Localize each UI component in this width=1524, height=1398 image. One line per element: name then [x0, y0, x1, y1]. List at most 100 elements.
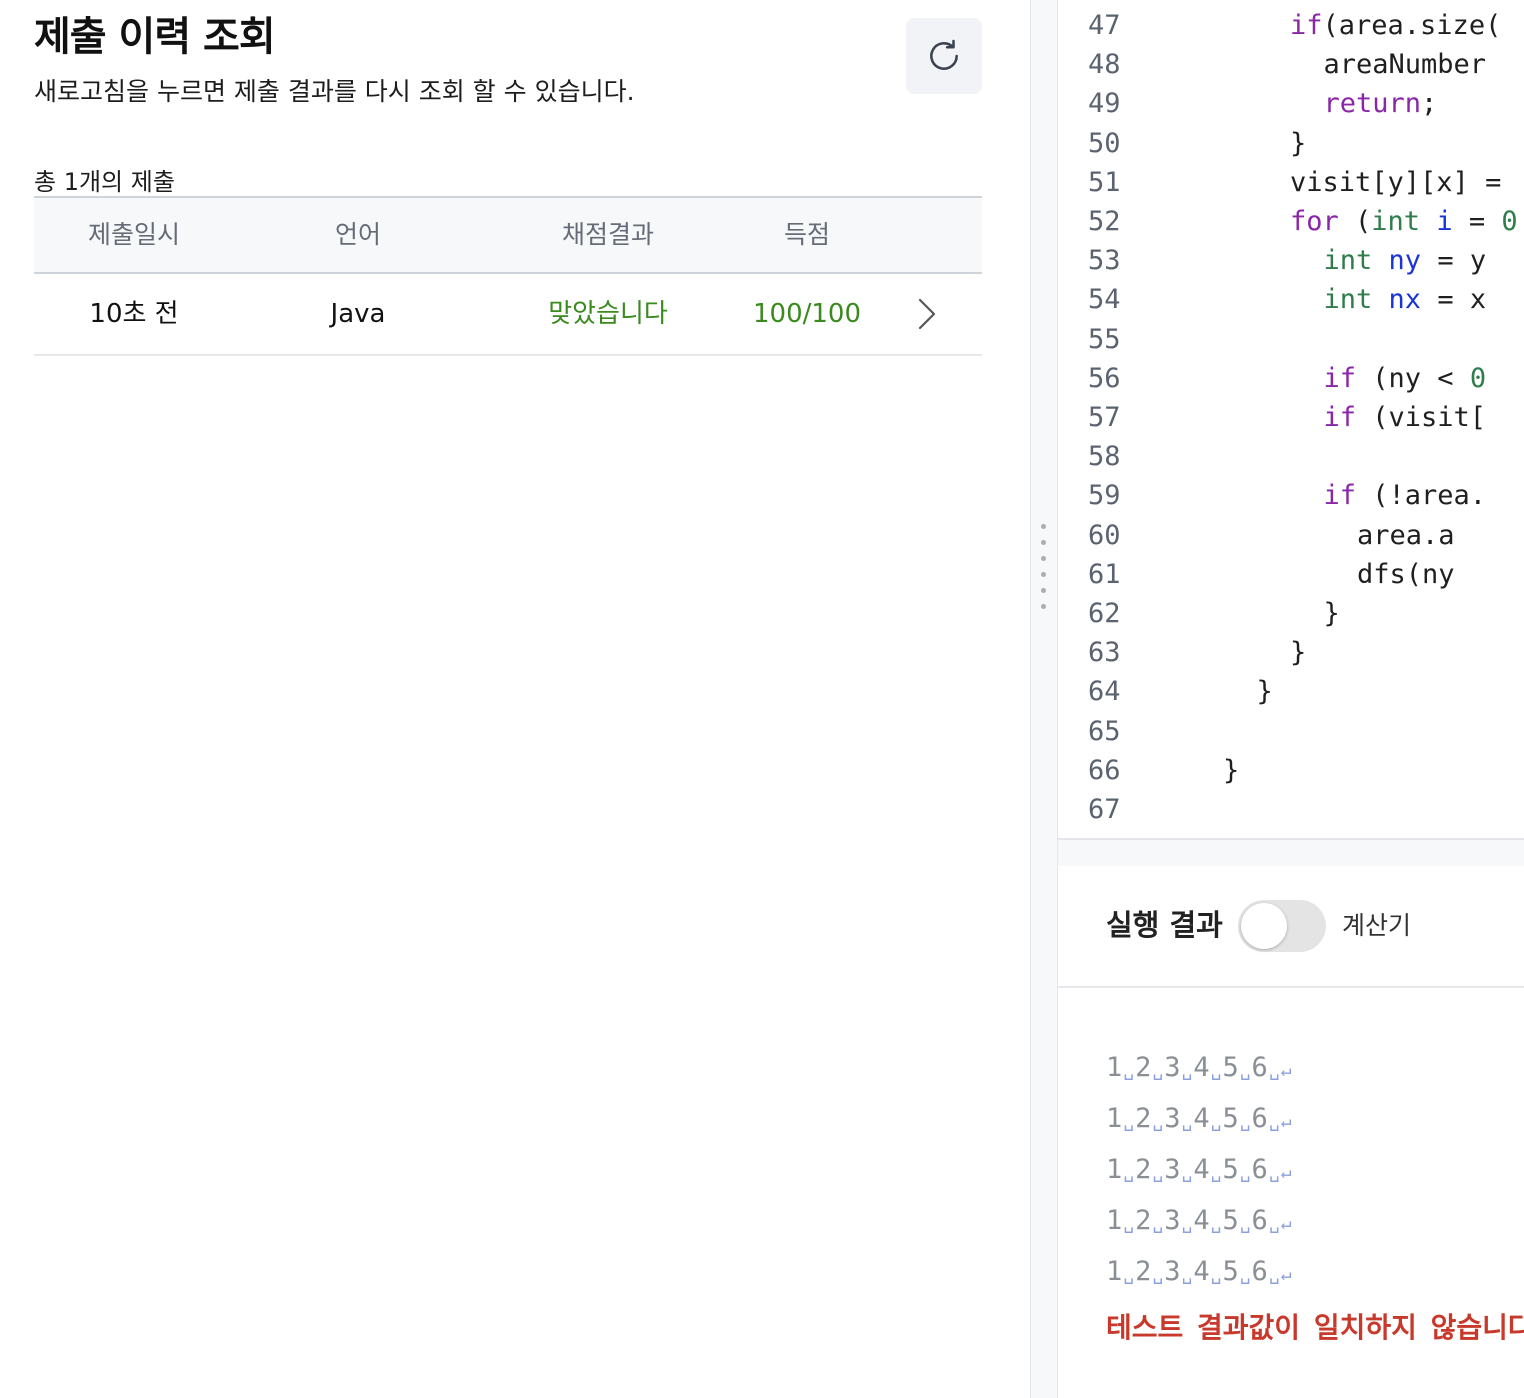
- submission-time: 10초 전: [89, 299, 179, 329]
- space-marker-icon: ␣: [1268, 1162, 1281, 1183]
- code-line: 61 dfs(ny: [1058, 555, 1524, 594]
- result-header: 실행 결과 계산기: [1058, 866, 1524, 988]
- code-token: (area.size(: [1322, 10, 1502, 41]
- code-text: }: [1223, 751, 1239, 790]
- line-number: 65: [1088, 715, 1121, 747]
- code-text: }: [1290, 124, 1306, 163]
- space-marker-icon: ␣: [1152, 1111, 1165, 1132]
- newline-marker-icon: ↵: [1280, 1111, 1293, 1132]
- line-number: 54: [1088, 284, 1121, 316]
- code-token: }: [1223, 754, 1240, 786]
- column-header-result: 채점결과: [561, 220, 655, 249]
- result-title: 실행 결과: [1106, 908, 1223, 942]
- line-number: 67: [1088, 794, 1121, 825]
- space-marker-icon: ␣: [1123, 1213, 1136, 1234]
- output-value: 3: [1164, 1103, 1182, 1134]
- output-value: 1: [1106, 1103, 1124, 1134]
- code-text: int nx = x: [1324, 280, 1487, 319]
- newline-marker-icon: ↵: [1280, 1264, 1293, 1285]
- output-value: 5: [1222, 1052, 1240, 1083]
- code-line: 59 if (!area.: [1058, 476, 1524, 515]
- output-value: 6: [1251, 1256, 1269, 1287]
- space-marker-icon: ␣: [1268, 1264, 1281, 1285]
- column-header-language: 언어: [334, 220, 382, 249]
- code-line: 53 int ny = y: [1058, 241, 1524, 280]
- execution-result-panel: 실행 결과 계산기 1␣2␣3␣4␣5␣6␣↵ 1␣2␣3␣4␣5␣6␣↵ 1␣2␣…: [1058, 866, 1524, 1398]
- output-value: 3: [1164, 1256, 1182, 1287]
- code-line: 66}: [1058, 751, 1524, 790]
- code-text: }: [1257, 672, 1273, 711]
- code-line: 58: [1058, 437, 1524, 476]
- code-token: 0: [1469, 362, 1487, 394]
- table-row[interactable]: 10초 전 Java 맞았습니다 100/100: [34, 274, 982, 356]
- line-number: 53: [1088, 245, 1121, 277]
- submission-count: 총 1개의 제출: [34, 168, 175, 196]
- output-value: 6: [1251, 1154, 1269, 1185]
- output-value: 5: [1222, 1205, 1240, 1236]
- output-line: 1␣2␣3␣4␣5␣6␣↵: [1106, 1256, 1293, 1287]
- code-token: (ny <: [1356, 362, 1470, 394]
- code-text: dfs(ny: [1357, 555, 1455, 594]
- code-token: int: [1371, 206, 1421, 237]
- output-value: 6: [1251, 1205, 1269, 1236]
- output-value: 2: [1135, 1205, 1153, 1236]
- space-marker-icon: ␣: [1210, 1264, 1223, 1285]
- space-marker-icon: ␣: [1123, 1264, 1136, 1285]
- code-token: if: [1323, 480, 1357, 512]
- space-marker-icon: ␣: [1210, 1162, 1223, 1183]
- calculator-label: 계산기: [1342, 911, 1412, 940]
- line-number: 51: [1088, 166, 1121, 198]
- line-number: 62: [1088, 598, 1121, 629]
- code-text: if (visit[: [1324, 398, 1487, 437]
- code-editor[interactable]: 47 if(area.size(48 areaNumber 49 return; 50} 5…: [1058, 0, 1524, 838]
- space-marker-icon: ␣: [1239, 1111, 1252, 1132]
- code-token: int: [1323, 245, 1373, 277]
- code-line: 64}: [1058, 672, 1524, 711]
- space-marker-icon: ␣: [1181, 1162, 1194, 1183]
- submission-score: 100/100: [752, 299, 862, 329]
- space-marker-icon: ␣: [1123, 1162, 1136, 1183]
- space-marker-icon: ␣: [1152, 1213, 1165, 1234]
- code-token: (: [1338, 206, 1372, 237]
- line-number: 52: [1088, 206, 1121, 237]
- output-value: 5: [1222, 1256, 1240, 1287]
- table-header: 제출일시 언어 채점결과 득점: [34, 196, 982, 274]
- code-token: area.a: [1357, 519, 1455, 551]
- output-value: 2: [1135, 1256, 1153, 1287]
- code-token: }: [1290, 127, 1307, 159]
- code-token: ny: [1388, 245, 1422, 277]
- panel-resize-handle[interactable]: [1030, 0, 1058, 1398]
- code-token: for: [1290, 206, 1339, 237]
- line-number: 59: [1088, 480, 1121, 512]
- output-value: 3: [1164, 1205, 1182, 1236]
- space-marker-icon: ␣: [1268, 1111, 1281, 1132]
- space-marker-icon: ␣: [1181, 1213, 1194, 1234]
- code-token: ;: [1421, 88, 1438, 120]
- space-marker-icon: ␣: [1239, 1162, 1252, 1183]
- output-value: 1: [1106, 1205, 1124, 1236]
- output-value: 4: [1193, 1256, 1211, 1287]
- line-number: 49: [1088, 88, 1121, 120]
- space-marker-icon: ␣: [1210, 1111, 1223, 1132]
- line-number: 50: [1088, 127, 1121, 159]
- code-token: =: [1452, 206, 1502, 237]
- refresh-button[interactable]: [906, 18, 982, 94]
- code-line: 55: [1058, 320, 1524, 359]
- output-value: 4: [1193, 1052, 1211, 1083]
- space-marker-icon: ␣: [1239, 1264, 1252, 1285]
- code-text: if(area.size(: [1290, 6, 1501, 45]
- code-line: 49 return;: [1058, 84, 1524, 123]
- column-header-score: 득점: [783, 220, 831, 249]
- newline-marker-icon: ↵: [1280, 1213, 1293, 1234]
- output-value: 4: [1193, 1154, 1211, 1185]
- line-number: 66: [1088, 754, 1121, 786]
- output-value: 2: [1135, 1154, 1153, 1185]
- output-value: 1: [1106, 1052, 1124, 1083]
- calculator-toggle[interactable]: [1238, 900, 1326, 952]
- line-number: 58: [1088, 441, 1121, 473]
- output-value: 2: [1135, 1103, 1153, 1134]
- chevron-right-icon[interactable]: [912, 296, 942, 332]
- code-token: = y: [1421, 245, 1487, 277]
- code-line: 65: [1058, 712, 1524, 751]
